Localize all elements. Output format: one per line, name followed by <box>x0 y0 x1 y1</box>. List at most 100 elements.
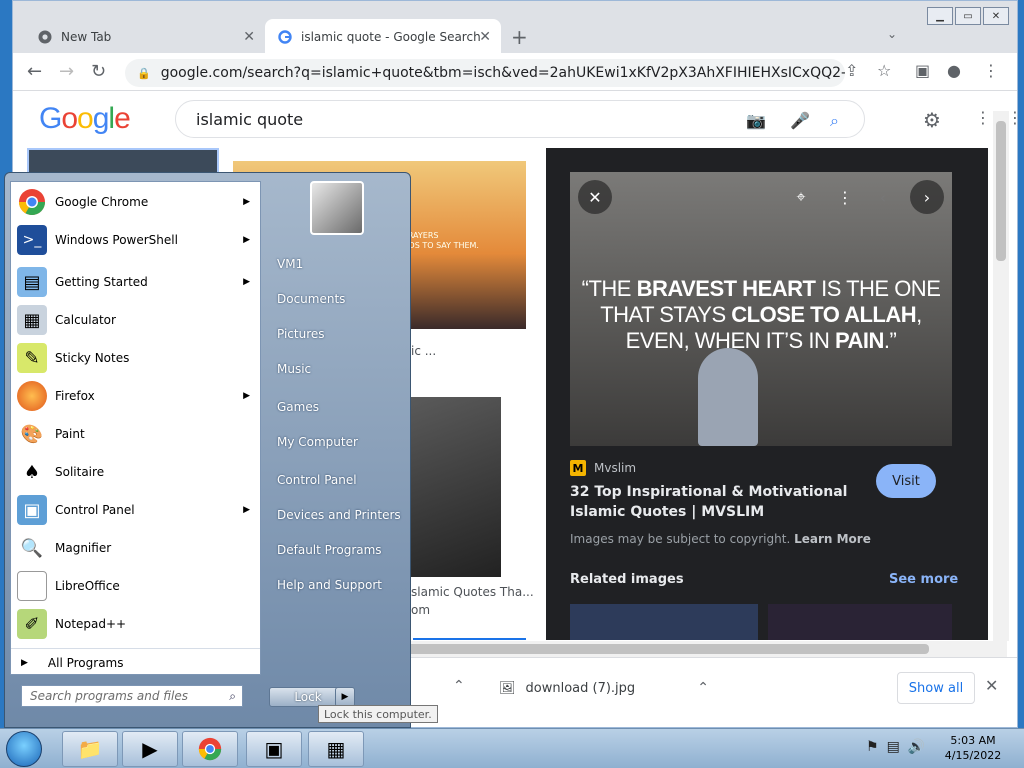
related-image[interactable] <box>570 604 758 640</box>
tab-google-search[interactable]: islamic quote - Google Search ✕ <box>265 19 501 55</box>
chevron-up-icon[interactable]: ⌃ <box>453 678 465 694</box>
quote-part: CLOSE TO ALLAH <box>731 302 917 327</box>
result-image-quran[interactable] <box>411 397 501 577</box>
close-tab-icon[interactable]: ✕ <box>243 29 255 45</box>
right-item-devices-and-printers[interactable]: Devices and Printers <box>269 499 405 531</box>
shutdown-options-arrow-icon[interactable]: ▶ <box>335 687 355 707</box>
preview-title[interactable]: 32 Top Inspirational & Motivational Isla… <box>570 482 870 522</box>
submenu-arrow-icon: ▶ <box>243 197 250 207</box>
arrow-right-icon: ▶ <box>21 657 28 668</box>
control-panel-taskbar-icon[interactable]: ▣ <box>246 731 302 767</box>
right-item-default-programs[interactable]: Default Programs <box>269 534 405 566</box>
see-more-link[interactable]: See more <box>889 572 958 587</box>
lens-icon[interactable]: ⌖ <box>784 180 818 214</box>
close-window-icon[interactable]: ✕ <box>983 7 1009 25</box>
menu-item-libreoffice[interactable]: LibreOffice <box>11 568 260 604</box>
right-item-help-and-support[interactable]: Help and Support <box>269 569 405 601</box>
start-button-windows-icon[interactable] <box>6 731 42 767</box>
quote-part: BRAVEST HEART <box>636 276 816 301</box>
menu-kebab-icon[interactable]: ⋮ <box>983 61 999 80</box>
chevron-up-icon[interactable]: ⌃ <box>697 680 709 696</box>
next-icon[interactable]: › <box>910 180 944 214</box>
preview-image[interactable]: “THE BRAVEST HEART IS THE ONE THAT STAYS… <box>570 172 952 446</box>
close-preview-icon[interactable]: ✕ <box>578 180 612 214</box>
microphone-icon[interactable]: 🎤 <box>790 111 810 130</box>
action-center-flag-icon[interactable]: ⚑ <box>866 739 879 755</box>
profile-avatar-icon[interactable]: ● <box>947 61 961 80</box>
share-icon[interactable]: ⇪ <box>845 61 858 80</box>
start-menu: Google Chrome ▶ >_ Windows PowerShell ▶ ▤ … <box>4 172 411 728</box>
taskbar: 📁 ▶ ▣ ▦ ⚑ ▤ 🔊 5:03 AM 4/15/2022 <box>0 728 1024 768</box>
start-search-input[interactable]: Search programs and files ⌕ <box>21 685 243 707</box>
download-filename: download (7).jpg <box>525 680 636 696</box>
taskbar-clock[interactable]: 5:03 AM 4/15/2022 <box>940 733 1006 763</box>
camera-icon[interactable]: 📷 <box>746 111 766 130</box>
related-image[interactable] <box>768 604 952 640</box>
side-panel-icon[interactable]: ▣ <box>915 61 930 80</box>
tab-search-chevron-icon[interactable]: ⌄ <box>887 27 897 41</box>
previous-icon[interactable]: ‹ <box>866 180 900 214</box>
visit-button[interactable]: Visit <box>876 464 936 498</box>
magnifier-icon: 🔍 <box>20 537 44 559</box>
browser-toolbar: ← → ↻ 🔒 google.com/search?q=islamic+quot… <box>13 53 1017 91</box>
scroll-thumb[interactable] <box>996 121 1006 261</box>
restore-icon[interactable]: ▭ <box>955 7 981 25</box>
gear-icon[interactable]: ⚙ <box>923 108 941 132</box>
tab-new-tab[interactable]: New Tab ✕ <box>25 19 265 55</box>
reload-icon[interactable]: ↻ <box>91 61 106 82</box>
bookmark-star-icon[interactable]: ☆ <box>877 61 891 80</box>
google-logo[interactable]: Google <box>39 102 131 136</box>
right-item-games[interactable]: Games <box>269 391 405 423</box>
new-tab-plus-icon[interactable]: + <box>511 25 528 49</box>
vertical-scrollbar[interactable] <box>993 111 1009 641</box>
address-bar[interactable]: 🔒 google.com/search?q=islamic+quote&tbm=… <box>125 59 845 87</box>
menu-item-google-chrome[interactable]: Google Chrome ▶ <box>11 184 260 220</box>
menu-item-calculator[interactable]: ▦ Calculator <box>11 302 260 338</box>
copyright-notice: Images may be subject to copyright. Lear… <box>570 532 871 546</box>
menu-item-sticky-notes[interactable]: ✎ Sticky Notes <box>11 340 260 376</box>
source-row[interactable]: M Mvslim <box>570 460 636 476</box>
back-arrow-icon[interactable]: ← <box>27 61 42 82</box>
notepad-plus-plus-icon: ✐ <box>17 609 47 639</box>
submenu-arrow-icon: ▶ <box>243 235 250 245</box>
menu-item-getting-started[interactable]: ▤ Getting Started ▶ <box>11 264 260 300</box>
result-snippet[interactable]: ic ... <box>411 344 436 358</box>
menu-item-notepad-plus-plus[interactable]: ✐ Notepad++ <box>11 606 260 642</box>
show-all-button[interactable]: Show all <box>897 672 975 704</box>
menu-item-windows-powershell[interactable]: >_ Windows PowerShell ▶ <box>11 222 260 258</box>
firewall-taskbar-icon[interactable]: ▦ <box>308 731 364 767</box>
right-item-pictures[interactable]: Pictures <box>269 318 405 350</box>
menu-item-magnifier[interactable]: 🔍 Magnifier <box>11 530 260 566</box>
media-player-taskbar-icon[interactable]: ▶ <box>122 731 178 767</box>
menu-item-control-panel[interactable]: ▣ Control Panel ▶ <box>11 492 260 528</box>
close-tab-icon[interactable]: ✕ <box>479 29 491 45</box>
tab-label: New Tab <box>61 30 112 44</box>
search-icon[interactable]: ⌕ <box>830 111 839 131</box>
network-icon[interactable]: ▤ <box>887 739 900 755</box>
search-input[interactable]: islamic quote 📷 🎤 ⌕ <box>175 100 865 138</box>
lock-tooltip: Lock this computer. <box>318 705 438 723</box>
file-explorer-taskbar-icon[interactable]: 📁 <box>62 731 118 767</box>
all-programs-button[interactable]: ▶ All Programs <box>11 648 260 676</box>
search-icon[interactable]: ⌕ <box>229 689 236 704</box>
right-item-control-panel[interactable]: Control Panel <box>269 464 405 496</box>
result-snippet[interactable]: slamic Quotes Tha... <box>411 585 534 599</box>
right-item-music[interactable]: Music <box>269 353 405 385</box>
more-options-icon[interactable]: ⋮ <box>828 180 862 214</box>
download-item[interactable]: 🖼 download (7).jpg ⌃ <box>499 668 709 708</box>
close-download-bar-icon[interactable]: ✕ <box>985 676 998 695</box>
learn-more-link[interactable]: Learn More <box>794 532 871 546</box>
menu-item-firefox[interactable]: Firefox ▶ <box>11 378 260 414</box>
right-item-vm1[interactable]: VM1 <box>269 248 405 280</box>
menu-item-label: Solitaire <box>55 465 105 479</box>
menu-item-solitaire[interactable]: ♠ Solitaire <box>11 454 260 490</box>
right-item-documents[interactable]: Documents <box>269 283 405 315</box>
forward-arrow-icon[interactable]: → <box>59 61 74 82</box>
volume-icon[interactable]: 🔊 <box>908 739 925 755</box>
programs-pane: Google Chrome ▶ >_ Windows PowerShell ▶ ▤ … <box>10 181 261 675</box>
right-item-my-computer[interactable]: My Computer <box>269 426 405 458</box>
minimize-icon[interactable]: ▁ <box>927 7 953 25</box>
chrome-taskbar-icon[interactable] <box>182 731 238 767</box>
menu-item-paint[interactable]: 🎨 Paint <box>11 416 260 452</box>
clock-date: 4/15/2022 <box>944 749 1002 762</box>
